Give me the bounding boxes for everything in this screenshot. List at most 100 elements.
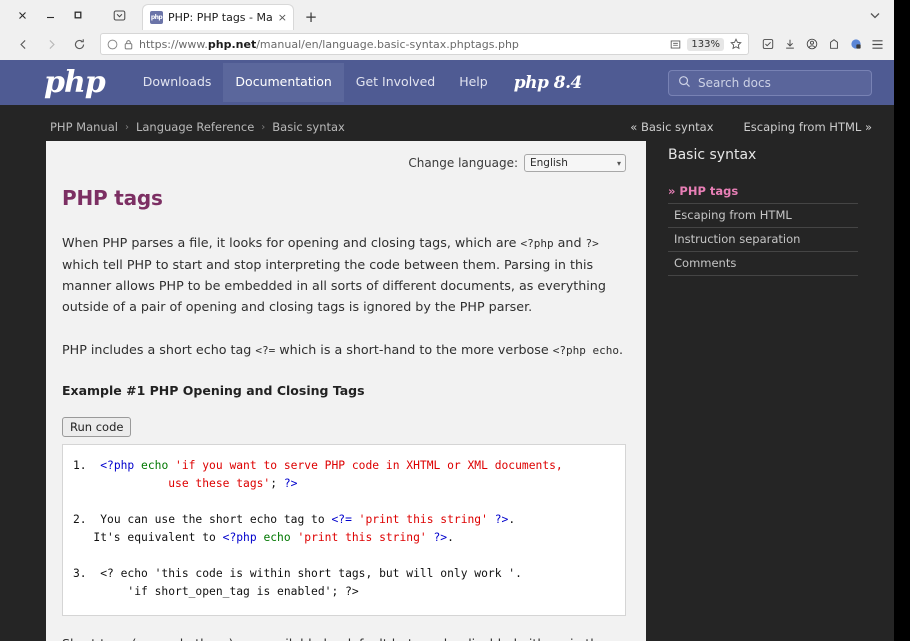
- nav-item-downloads[interactable]: Downloads: [131, 63, 224, 102]
- page-nav-links: « Basic syntax Escaping from HTML »: [630, 120, 872, 134]
- language-select[interactable]: English ▾: [524, 154, 626, 172]
- browser-window: php PHP: PHP tags - Manu × +: [0, 0, 894, 641]
- code-line-2: 2. You can use the short echo tag to <?=…: [73, 513, 515, 544]
- minimize-window-button[interactable]: [36, 3, 64, 27]
- nav-item-get-involved[interactable]: Get Involved: [344, 63, 447, 102]
- breadcrumb-item-basic-syntax[interactable]: Basic syntax: [272, 120, 345, 134]
- forward-button[interactable]: [38, 32, 64, 56]
- breadcrumb: PHP Manual › Language Reference › Basic …: [0, 113, 894, 141]
- share-icon[interactable]: [823, 33, 844, 55]
- url-path: /manual/en/language.basic-syntax.phptags…: [256, 37, 519, 51]
- search-docs-wrapper: Search docs: [668, 69, 872, 96]
- breadcrumb-item-php-manual[interactable]: PHP Manual: [50, 120, 118, 134]
- para1-text-c: which tell PHP to start and stop interpr…: [62, 257, 606, 314]
- reader-view-icon[interactable]: [670, 39, 681, 50]
- new-tab-button[interactable]: +: [298, 4, 324, 30]
- sidebar-item-escaping-from-html[interactable]: Escaping from HTML: [668, 204, 858, 228]
- para2-text-c: .: [618, 342, 623, 357]
- code-line-3: 3. <? echo 'this code is within short ta…: [73, 567, 522, 598]
- para1-code-close-tag: ?>: [585, 237, 599, 250]
- pocket-icon[interactable]: [104, 0, 134, 30]
- back-button[interactable]: [10, 32, 36, 56]
- code-l3-text-b: 'if short_open_tag is enabled'; ?>: [127, 585, 359, 598]
- para2-text-a: PHP includes a short echo tag: [62, 342, 256, 357]
- change-language-row: Change language: English ▾: [62, 154, 626, 172]
- sidebar-title: Basic syntax: [668, 147, 757, 163]
- url-domain: php.net: [207, 37, 257, 51]
- reload-button[interactable]: [66, 32, 92, 56]
- browser-tab-active[interactable]: php PHP: PHP tags - Manu ×: [142, 4, 294, 30]
- change-language-label: Change language:: [408, 156, 518, 170]
- zoom-level-badge[interactable]: 133%: [687, 37, 724, 51]
- page-viewport: php Downloads Documentation Get Involved…: [0, 60, 894, 641]
- paragraph-short-echo: PHP includes a short echo tag <?= which …: [62, 339, 626, 361]
- page-title: PHP tags: [62, 186, 163, 210]
- code-l3-text-a: <? echo 'this code is within short tags,…: [100, 567, 522, 580]
- next-page-link[interactable]: Escaping from HTML »: [744, 120, 872, 134]
- search-placeholder: Search docs: [698, 75, 771, 90]
- php-logo[interactable]: php: [44, 67, 106, 98]
- page-body: Change language: English ▾ PHP tags When…: [0, 141, 894, 641]
- sidebar-item-comments[interactable]: Comments: [668, 252, 858, 276]
- shield-icon[interactable]: [757, 33, 778, 55]
- navigation-toolbar: https://www.php.net/manual/en/language.b…: [0, 30, 894, 60]
- close-window-button[interactable]: [8, 3, 36, 27]
- tab-strip-right: [862, 0, 894, 30]
- search-input[interactable]: Search docs: [668, 69, 872, 96]
- tail-text-a: Short tags (example three) are available…: [62, 636, 606, 641]
- star-icon[interactable]: [730, 38, 742, 50]
- code-l2-close-2: ?>: [426, 531, 448, 544]
- code-line-number-3: 3.: [73, 567, 87, 580]
- tab-favicon: php: [150, 11, 163, 24]
- tab-title: PHP: PHP tags - Manu: [168, 11, 273, 24]
- code-l2-php-tag: <?php: [222, 531, 257, 544]
- window-controls: [8, 0, 92, 30]
- code-line-number-1: 1.: [73, 459, 87, 472]
- breadcrumb-item-language-reference[interactable]: Language Reference: [136, 120, 254, 134]
- maximize-window-button[interactable]: [64, 3, 92, 27]
- code-l1-string-part1: 'if you want to serve PHP code in XHTML …: [175, 459, 563, 472]
- run-code-button[interactable]: Run code: [62, 417, 132, 437]
- account-icon[interactable]: [801, 33, 822, 55]
- site-header: php Downloads Documentation Get Involved…: [0, 60, 894, 105]
- language-select-value: English: [530, 157, 568, 169]
- address-bar[interactable]: https://www.php.net/manual/en/language.b…: [100, 33, 749, 55]
- shield-icon[interactable]: [107, 39, 118, 50]
- paragraph-intro: When PHP parses a file, it looks for ope…: [62, 232, 626, 317]
- php-version-badge[interactable]: php 8.4: [514, 73, 583, 93]
- lock-icon[interactable]: [124, 39, 133, 50]
- code-l1-echo: echo: [134, 459, 176, 472]
- code-example-block: 1. <?php echo 'if you want to serve PHP …: [62, 444, 626, 616]
- code-l1-open-tag: <?php: [100, 459, 135, 472]
- downloads-icon[interactable]: [779, 33, 800, 55]
- url-text: https://www.php.net/manual/en/language.b…: [139, 38, 664, 51]
- chevron-down-icon: ▾: [616, 158, 621, 168]
- code-l2-string-2: 'print this string': [297, 531, 427, 544]
- code-line-1: 1. <?php echo 'if you want to serve PHP …: [73, 459, 563, 490]
- para1-text-a: When PHP parses a file, it looks for ope…: [62, 235, 521, 250]
- menu-icon[interactable]: [867, 33, 888, 55]
- chevron-down-icon[interactable]: [862, 3, 888, 27]
- favicon-label: php: [150, 14, 163, 21]
- code-l1-string-part2: use these tags': [168, 477, 271, 490]
- tab-strip: php PHP: PHP tags - Manu × +: [0, 0, 894, 30]
- extension-icon[interactable]: [845, 33, 866, 55]
- code-l2-short-tag: <?=: [331, 513, 352, 526]
- prev-page-link[interactable]: « Basic syntax: [630, 120, 713, 134]
- code-line-number-2: 2.: [73, 513, 87, 526]
- code-l2-close-1: ?>: [487, 513, 509, 526]
- para1-code-open-tag: <?php: [520, 237, 554, 250]
- main-content: Change language: English ▾ PHP tags When…: [46, 141, 646, 641]
- sidebar-item-php-tags[interactable]: » PHP tags: [668, 180, 858, 204]
- paragraph-short-tags-note: Short tags (example three) are available…: [62, 633, 626, 641]
- breadcrumb-separator: ›: [124, 121, 129, 133]
- nav-item-help[interactable]: Help: [447, 63, 500, 102]
- sidebar-item-instruction-separation[interactable]: Instruction separation: [668, 228, 858, 252]
- code-l2-dot-1: .: [508, 513, 516, 526]
- para2-text-b: which is a short-hand to the more verbos…: [275, 342, 553, 357]
- example-title: Example #1 PHP Opening and Closing Tags: [62, 383, 365, 398]
- nav-item-documentation[interactable]: Documentation: [223, 63, 344, 102]
- desktop-background: [894, 0, 910, 641]
- close-tab-button[interactable]: ×: [278, 12, 287, 23]
